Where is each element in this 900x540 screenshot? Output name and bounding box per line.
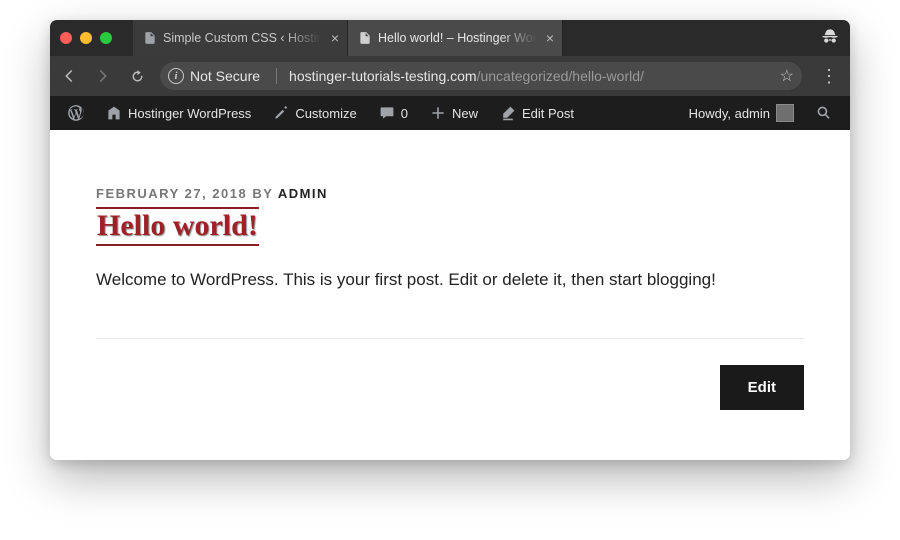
site-name-link[interactable]: Hostinger WordPress xyxy=(98,96,259,130)
titlebar-right xyxy=(810,26,850,51)
separator xyxy=(276,68,277,84)
bookmark-star-icon[interactable]: ☆ xyxy=(780,66,794,86)
edit-row: Edit xyxy=(96,365,804,410)
post-content: FEBRUARY 27, 2018 BY ADMIN Hello world! … xyxy=(50,130,850,460)
post-author-link[interactable]: ADMIN xyxy=(278,186,328,201)
url-domain: hostinger-tutorials-testing.com xyxy=(289,68,477,84)
maximize-window-button[interactable] xyxy=(100,32,112,44)
tab-hello-world[interactable]: Hello world! – Hostinger WordP × xyxy=(348,20,563,56)
back-button[interactable] xyxy=(58,65,80,87)
new-content-link[interactable]: New xyxy=(422,96,486,130)
titlebar: Simple Custom CSS ‹ Hostinge × Hello wor… xyxy=(50,20,850,56)
browser-toolbar: i Not Secure hostinger-tutorials-testing… xyxy=(50,56,850,96)
wp-logo[interactable] xyxy=(60,96,92,130)
tab-simple-custom-css[interactable]: Simple Custom CSS ‹ Hostinge × xyxy=(133,20,348,56)
account-menu[interactable]: Howdy, admin xyxy=(681,96,802,130)
browser-menu-button[interactable]: ⋮ xyxy=(814,66,844,87)
browser-window: Simple Custom CSS ‹ Hostinge × Hello wor… xyxy=(50,20,850,460)
security-chip: Not Secure xyxy=(190,68,260,84)
site-name-text: Hostinger WordPress xyxy=(128,106,251,121)
close-tab-icon[interactable]: × xyxy=(546,31,554,45)
new-label: New xyxy=(452,106,478,121)
edit-post-text: Edit Post xyxy=(522,106,574,121)
minimize-window-button[interactable] xyxy=(80,32,92,44)
meta-by: BY xyxy=(247,186,278,201)
edit-button[interactable]: Edit xyxy=(720,365,804,410)
close-window-button[interactable] xyxy=(60,32,72,44)
greeting-text: Howdy, admin xyxy=(689,106,770,121)
post-title: Hello world! xyxy=(96,207,259,246)
url-text: hostinger-tutorials-testing.com /uncateg… xyxy=(289,68,770,84)
close-tab-icon[interactable]: × xyxy=(331,31,339,45)
post-meta: FEBRUARY 27, 2018 BY ADMIN xyxy=(96,186,804,201)
tab-title: Hello world! – Hostinger WordP xyxy=(378,31,540,45)
content-divider xyxy=(96,338,804,339)
admin-search-button[interactable] xyxy=(808,96,840,130)
customize-text: Customize xyxy=(295,106,356,121)
url-path: /uncategorized/hello-world/ xyxy=(477,68,644,84)
address-bar[interactable]: i Not Secure hostinger-tutorials-testing… xyxy=(160,62,802,90)
post-date: FEBRUARY 27, 2018 xyxy=(96,186,247,201)
comments-link[interactable]: 0 xyxy=(371,96,416,130)
incognito-icon xyxy=(820,26,840,51)
window-controls xyxy=(60,32,126,44)
post-body: Welcome to WordPress. This is your first… xyxy=(96,270,804,290)
edit-post-link[interactable]: Edit Post xyxy=(492,96,582,130)
tab-title: Simple Custom CSS ‹ Hostinge xyxy=(163,31,325,45)
page-icon xyxy=(358,31,372,45)
reload-button[interactable] xyxy=(126,65,148,87)
avatar xyxy=(776,104,794,122)
forward-button[interactable] xyxy=(92,65,114,87)
tab-strip: Simple Custom CSS ‹ Hostinge × Hello wor… xyxy=(133,20,803,56)
comments-count: 0 xyxy=(401,106,408,121)
page-icon xyxy=(143,31,157,45)
wp-admin-bar: Hostinger WordPress Customize 0 New Edit… xyxy=(50,96,850,130)
customize-link[interactable]: Customize xyxy=(265,96,364,130)
info-icon: i xyxy=(168,68,184,84)
